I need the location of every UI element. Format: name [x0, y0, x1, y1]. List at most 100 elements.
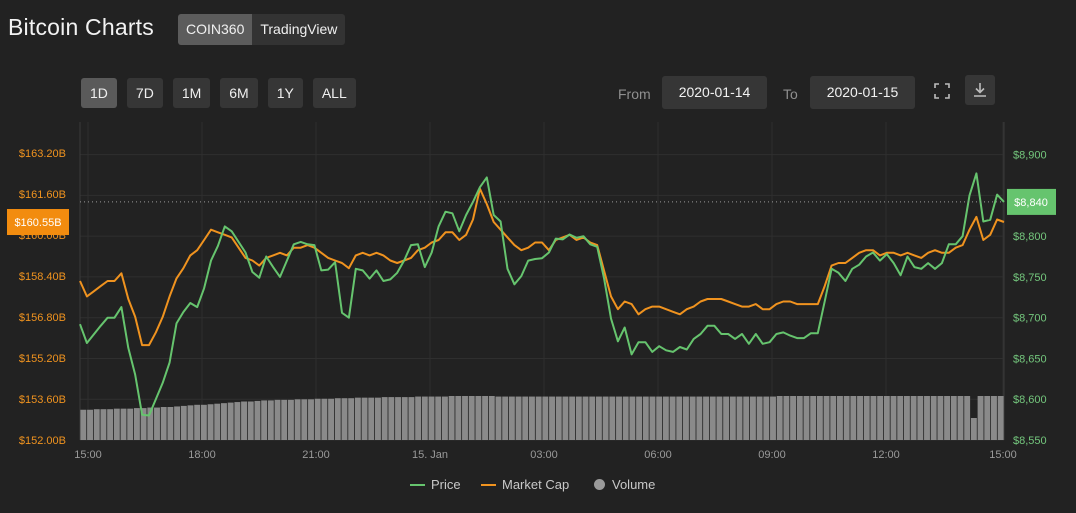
- volume-bar: [428, 396, 435, 440]
- volume-bar: [930, 396, 937, 440]
- volume-bar: [790, 396, 797, 440]
- right-axis-tick-label: $8,800: [1013, 231, 1047, 243]
- volume-bar: [120, 408, 127, 440]
- volume-bar: [569, 396, 576, 440]
- volume-bar: [488, 396, 495, 440]
- volume-bar: [642, 396, 649, 440]
- volume-bar: [267, 400, 274, 440]
- volume-bar: [649, 396, 656, 440]
- volume-bar: [522, 396, 529, 440]
- volume-bar: [448, 396, 455, 440]
- price-current-value: $8,840: [1014, 197, 1048, 209]
- left-axis-tick-label: $156.80B: [19, 312, 66, 324]
- left-axis-tick-label: $161.60B: [19, 189, 66, 201]
- volume-bar: [756, 396, 763, 440]
- volume-bar: [910, 396, 917, 440]
- volume-bar: [622, 396, 629, 440]
- volume-bar: [716, 396, 723, 440]
- volume-bar: [984, 396, 991, 440]
- legend-volume-label: Volume: [612, 477, 656, 492]
- x-axis-tick-label: 21:00: [302, 449, 330, 461]
- volume-bar: [154, 407, 160, 440]
- volume-bar: [830, 396, 837, 440]
- volume-bar: [629, 396, 636, 440]
- volume-bar: [468, 396, 475, 440]
- volume-bar: [113, 408, 120, 440]
- legend-market-cap[interactable]: Market Cap: [481, 477, 569, 492]
- volume-bar: [274, 399, 281, 440]
- volume-bar: [314, 398, 321, 440]
- left-axis-tick-label: $152.00B: [19, 435, 66, 447]
- legend-volume-swatch: [594, 479, 605, 490]
- legend-market-cap-label: Market Cap: [502, 477, 570, 492]
- chart-canvas[interactable]: $163.20B$161.60B$160.00B$158.40B$156.80B…: [0, 0, 1076, 470]
- volume-bar: [200, 404, 207, 440]
- legend-volume[interactable]: Volume: [594, 477, 655, 492]
- volume-bar: [957, 396, 964, 440]
- volume-bar: [341, 398, 348, 440]
- volume-bar: [261, 400, 268, 440]
- volume-bar: [455, 396, 462, 440]
- volume-bar: [870, 396, 877, 440]
- volume-bar: [696, 396, 703, 440]
- volume-bar: [328, 398, 335, 440]
- volume-bar: [93, 409, 100, 440]
- volume-bar: [723, 396, 730, 440]
- volume-bar: [334, 398, 341, 440]
- volume-bar: [689, 396, 696, 440]
- left-axis-tick-label: $163.20B: [19, 148, 66, 160]
- volume-bar: [435, 396, 442, 440]
- volume-bar: [502, 396, 509, 440]
- volume-bar: [287, 399, 294, 440]
- volume-bar: [133, 408, 140, 440]
- volume-bar: [180, 405, 187, 440]
- right-axis-tick-label: $8,650: [1013, 353, 1047, 365]
- volume-bar: [944, 396, 951, 440]
- volume-bar: [863, 396, 870, 440]
- x-axis-tick-label: 15:00: [74, 449, 102, 461]
- x-axis-tick-label: 15. Jan: [412, 449, 448, 461]
- left-axis-tick-label: $158.40B: [19, 271, 66, 283]
- legend-price-label: Price: [431, 477, 461, 492]
- volume-bar: [100, 409, 107, 440]
- volume-bar: [850, 396, 857, 440]
- price-series-line: [79, 172, 1005, 417]
- volume-bar: [401, 397, 408, 440]
- volume-bar: [368, 397, 375, 440]
- volume-bar: [770, 396, 776, 440]
- volume-bar: [977, 396, 984, 440]
- volume-bar: [997, 396, 1004, 440]
- volume-bar: [857, 396, 863, 440]
- volume-bar: [301, 399, 308, 440]
- volume-bar: [308, 399, 314, 440]
- legend-price[interactable]: Price: [410, 477, 461, 492]
- volume-bar: [763, 396, 770, 440]
- volume-bar: [214, 403, 221, 440]
- volume-bar: [107, 409, 114, 440]
- volume-bar: [227, 402, 234, 440]
- volume-bar: [529, 396, 535, 440]
- volume-bar: [441, 396, 448, 440]
- volume-bar: [549, 396, 555, 440]
- volume-bar: [783, 396, 790, 440]
- volume-bar: [160, 407, 167, 440]
- volume-bar: [582, 396, 589, 440]
- volume-bar: [676, 396, 683, 440]
- right-axis-tick-label: $8,700: [1013, 313, 1047, 325]
- volume-bar: [388, 397, 395, 440]
- volume-bar: [241, 401, 247, 440]
- volume-bar: [736, 396, 743, 440]
- volume-bar: [602, 396, 609, 440]
- legend-price-swatch: [410, 483, 425, 486]
- volume-bar: [837, 396, 843, 440]
- volume-bar: [749, 396, 756, 440]
- volume-bar: [395, 397, 401, 440]
- volume-bar: [381, 397, 388, 440]
- volume-bar: [709, 396, 716, 440]
- x-axis-tick-label: 06:00: [644, 449, 672, 461]
- volume-bar: [897, 396, 904, 440]
- volume-bar: [669, 396, 676, 440]
- legend-market-cap-swatch: [481, 483, 496, 486]
- volume-bar: [796, 396, 803, 440]
- volume-bar: [877, 396, 884, 440]
